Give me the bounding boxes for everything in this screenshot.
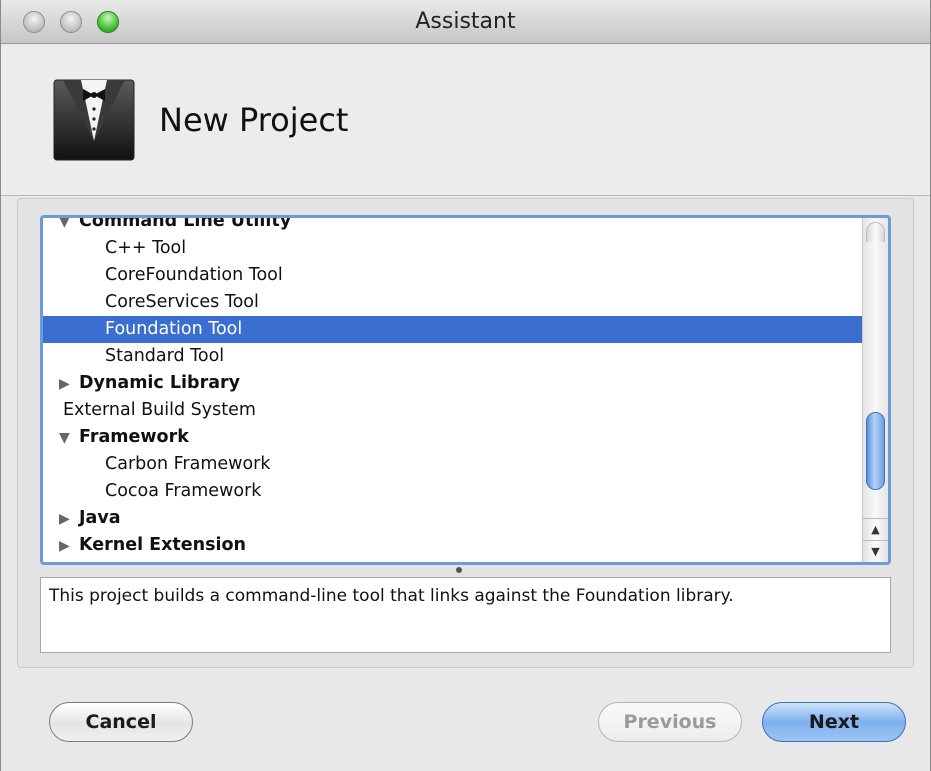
- header-divider: [1, 195, 930, 196]
- next-button[interactable]: Next: [762, 702, 906, 742]
- scrollbar-track-cap: [866, 222, 885, 242]
- list-item-label: Framework: [79, 427, 189, 447]
- list-item-label: Cocoa Framework: [105, 481, 262, 501]
- list-item-label: CoreServices Tool: [105, 292, 259, 312]
- list-item[interactable]: C++ Tool: [43, 235, 865, 262]
- list-item[interactable]: ▶ Kernel Extension: [43, 532, 865, 559]
- list-item-label: External Build System: [63, 400, 256, 420]
- vertical-scrollbar[interactable]: ▲ ▼: [862, 218, 888, 562]
- disclosure-triangle-open-icon[interactable]: ▼: [43, 218, 79, 236]
- list-item-label: Carbon Framework: [105, 454, 271, 474]
- cancel-button[interactable]: Cancel: [49, 702, 193, 742]
- list-item[interactable]: ▶ Java: [43, 505, 865, 532]
- disclosure-triangle-closed-icon[interactable]: ▶: [43, 371, 79, 398]
- list-item[interactable]: Standard Tool: [43, 343, 865, 370]
- scrollbar-thumb[interactable]: [866, 412, 885, 490]
- description-box: This project builds a command-line tool …: [40, 577, 891, 653]
- page-title: New Project: [159, 101, 349, 139]
- disclosure-triangle-closed-icon[interactable]: ▶: [43, 533, 79, 560]
- previous-button[interactable]: Previous: [598, 702, 742, 742]
- list-item-label: C++ Tool: [105, 238, 187, 258]
- list-item[interactable]: ▼ Command Line Utility: [43, 215, 865, 236]
- list-item[interactable]: CoreFoundation Tool: [43, 262, 865, 289]
- scroll-down-arrow-icon[interactable]: ▼: [863, 540, 888, 562]
- template-outline: ▼ Command Line Utility C++ Tool CoreFoundat…: [43, 215, 865, 559]
- template-list[interactable]: ▼ Command Line Utility C++ Tool CoreFoundat…: [40, 215, 891, 565]
- list-item[interactable]: External Build System: [43, 397, 865, 424]
- assistant-window: Assistant New Project ▼ Command Line Uti…: [0, 0, 931, 771]
- list-item[interactable]: Carbon Framework: [43, 451, 865, 478]
- list-item[interactable]: ▶ Dynamic Library: [43, 370, 865, 397]
- list-item-label: Standard Tool: [105, 346, 225, 366]
- assistant-header: New Project: [1, 45, 930, 195]
- disclosure-triangle-open-icon[interactable]: ▼: [43, 425, 79, 452]
- disclosure-triangle-closed-icon[interactable]: ▶: [43, 506, 79, 533]
- list-item-label: Dynamic Library: [79, 373, 241, 393]
- list-item-label: CoreFoundation Tool: [105, 265, 283, 285]
- content-panel: ▼ Command Line Utility C++ Tool CoreFoundat…: [17, 198, 914, 668]
- title-bar[interactable]: Assistant: [1, 0, 930, 44]
- list-item[interactable]: Foundation Tool: [43, 316, 865, 343]
- tuxedo-icon: [53, 79, 135, 161]
- window-title: Assistant: [415, 9, 516, 34]
- list-item[interactable]: CoreServices Tool: [43, 289, 865, 316]
- splitter-handle[interactable]: [456, 567, 462, 573]
- list-item[interactable]: ▼ Framework: [43, 424, 865, 451]
- scroll-up-arrow-icon[interactable]: ▲: [863, 518, 888, 540]
- list-item-label: Kernel Extension: [79, 535, 247, 555]
- list-item-label: Java: [79, 508, 121, 528]
- list-item-label: Foundation Tool: [105, 319, 243, 339]
- list-item[interactable]: Cocoa Framework: [43, 478, 865, 505]
- list-item-label: Command Line Utility: [79, 215, 292, 231]
